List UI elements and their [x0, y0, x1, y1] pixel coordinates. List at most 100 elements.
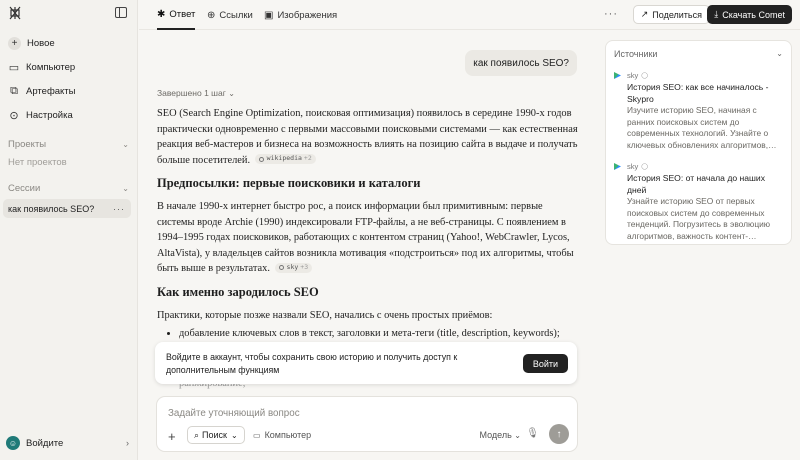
- search-icon: ⌕: [194, 429, 200, 440]
- share-label: Поделиться: [652, 9, 702, 20]
- projects-label: Проекты: [8, 138, 47, 150]
- search-mode-label: Поиск: [202, 430, 227, 440]
- sidebar-item-label: Артефакты: [26, 85, 76, 97]
- sidebar-top: [8, 6, 129, 22]
- citation-label: wikipedia: [266, 154, 302, 163]
- source-description: Узнайте историю SEO от первых поисковых …: [627, 196, 771, 241]
- plus-icon: +: [8, 36, 21, 50]
- answer-icon: ✱: [157, 8, 166, 20]
- more-options-icon[interactable]: ···: [604, 8, 618, 20]
- sources-header[interactable]: Источники ⌄: [614, 49, 783, 59]
- tab-answer[interactable]: ✱ Ответ: [157, 0, 196, 30]
- more-icon[interactable]: ···: [113, 204, 125, 214]
- source-description: Изучите историю SEO, начиная с ранних по…: [627, 105, 777, 150]
- artifact-icon: ⧉: [10, 84, 18, 97]
- citation-chip[interactable]: wikipedia +2: [254, 154, 316, 165]
- login-label: Войдите: [26, 437, 64, 449]
- citation-count: +2: [303, 154, 312, 163]
- source-meta: sky ◯: [614, 162, 785, 171]
- answer-paragraph: SEO (Search Engine Optimization, поисков…: [157, 106, 581, 168]
- citation-count: +3: [300, 263, 309, 272]
- citation-chip[interactable]: sky +3: [274, 262, 313, 273]
- comet-logo-icon[interactable]: [8, 6, 22, 20]
- section-heading: Как именно зародилось SEO: [157, 284, 319, 299]
- share-icon: ↗: [640, 9, 649, 19]
- projects-section-header[interactable]: Проекты ⌄: [8, 137, 129, 151]
- attach-plus-icon[interactable]: +: [168, 429, 176, 444]
- arrow-up-icon: ↑: [556, 428, 562, 440]
- user-question: как появилось SEO?: [465, 50, 577, 76]
- login-button[interactable]: ☺ Войдите ›: [6, 434, 129, 452]
- download-comet-button[interactable]: ⤓ Скачать Comet: [707, 5, 792, 24]
- site-favicon-icon: [614, 72, 621, 79]
- microphone-icon[interactable]: 🎙︎: [526, 428, 539, 439]
- site-favicon-icon: [614, 163, 621, 170]
- sidebar: + Новое ▭ Компьютер ⧉ Артефакты ⊙ Настро…: [0, 0, 138, 460]
- tab-images[interactable]: ▣ Изображения: [264, 0, 337, 30]
- status-text: Завершено 1 шаг: [157, 88, 226, 98]
- chevron-down-icon: ⌄: [122, 139, 129, 149]
- followup-composer[interactable]: Задайте уточняющий вопрос + ⌕ Поиск ⌄ ▭ …: [156, 396, 578, 452]
- chevron-down-icon: ⌄: [122, 183, 129, 193]
- login-banner: Войдите в аккаунт, чтобы сохранить свою …: [155, 342, 577, 384]
- source-icon: [258, 156, 264, 162]
- verified-icon: ◯: [641, 164, 648, 170]
- sessions-section-header[interactable]: Сессии ⌄: [8, 181, 129, 195]
- send-button[interactable]: ↑: [549, 424, 569, 444]
- status-steps[interactable]: Завершено 1 шаг ⌄: [157, 88, 235, 98]
- computer-mode-toggle[interactable]: ▭ Компьютер: [253, 426, 311, 444]
- source-card[interactable]: sky ◯ История SEO: как все начиналось - …: [614, 71, 785, 151]
- new-label: Новое: [27, 37, 55, 49]
- source-meta: sky ◯: [614, 71, 785, 80]
- login-banner-text: Войдите в аккаунт, чтобы сохранить свою …: [166, 352, 458, 375]
- paragraph-text: SEO (Search Engine Optimization, поисков…: [157, 108, 578, 166]
- sources-title: Источники: [614, 49, 658, 59]
- sources-panel: Источники ⌄ sky ◯ История SEO: как все н…: [605, 40, 792, 245]
- tab-label: Ответ: [169, 8, 196, 20]
- model-label: Модель: [479, 430, 512, 440]
- avatar: ☺: [6, 436, 20, 450]
- tab-label: Изображения: [277, 9, 338, 21]
- computer-icon: ▭: [8, 61, 20, 74]
- computer-mode-label: Компьютер: [264, 430, 312, 440]
- bullet-list: добавление ключевых слов в текст, заголо…: [179, 326, 581, 342]
- main-content: как появилось SEO? Завершено 1 шаг ⌄ SEO…: [139, 31, 599, 460]
- chevron-right-icon: ›: [126, 438, 129, 448]
- globe-icon: ⊕: [207, 9, 216, 21]
- chevron-down-icon: ⌄: [228, 89, 235, 98]
- download-label: Скачать Comet: [722, 9, 785, 20]
- new-thread-button[interactable]: + Новое: [4, 33, 133, 53]
- download-icon: ⤓: [714, 9, 719, 19]
- session-item-label: как появилось SEO?: [8, 203, 95, 214]
- sidebar-item-artifacts[interactable]: ⧉ Артефакты: [4, 81, 133, 101]
- source-card[interactable]: sky ◯ История SEO: от начала до наших дн…: [614, 162, 785, 242]
- share-button[interactable]: ↗ Поделиться: [632, 5, 710, 24]
- source-site: sky: [627, 71, 639, 80]
- chevron-down-icon: ⌄: [776, 49, 783, 58]
- sidebar-collapse-icon[interactable]: [115, 7, 127, 18]
- source-title: История SEO: как все начиналось - Skypro: [627, 82, 769, 104]
- source-site: sky: [627, 162, 639, 171]
- login-banner-button[interactable]: Войти: [522, 354, 568, 373]
- source-icon: [278, 265, 284, 271]
- answer-paragraph: Практики, которые позже назвали SEO, нач…: [157, 309, 493, 321]
- model-select[interactable]: Модель ⌄: [479, 430, 521, 440]
- settings-icon: ⊙: [9, 109, 19, 122]
- followup-input[interactable]: Задайте уточняющий вопрос: [168, 408, 300, 419]
- sidebar-item-label: Настройка: [26, 109, 73, 121]
- chevron-down-icon: ⌄: [231, 430, 238, 440]
- image-icon: ▣: [264, 9, 274, 21]
- source-title: История SEO: от начала до наших дней: [627, 173, 766, 195]
- paragraph-text: В начале 1990-х интернет быстро рос, а п…: [157, 200, 574, 275]
- sessions-label: Сессии: [8, 182, 41, 194]
- computer-icon: ▭: [253, 430, 261, 440]
- session-item[interactable]: как появилось SEO? ···: [3, 199, 131, 218]
- sidebar-item-settings[interactable]: ⊙ Настройка: [4, 105, 133, 125]
- top-bar: ✱ Ответ ⊕ Ссылки ▣ Изображения ··· ↗ Под…: [139, 0, 800, 30]
- tab-links[interactable]: ⊕ Ссылки: [207, 0, 253, 30]
- answer-paragraph: В начале 1990-х интернет быстро рос, а п…: [157, 199, 581, 277]
- sidebar-item-computer[interactable]: ▭ Компьютер: [4, 57, 133, 77]
- projects-empty: Нет проектов: [8, 157, 67, 168]
- sidebar-item-label: Компьютер: [26, 61, 76, 73]
- search-mode-select[interactable]: ⌕ Поиск ⌄: [187, 426, 245, 444]
